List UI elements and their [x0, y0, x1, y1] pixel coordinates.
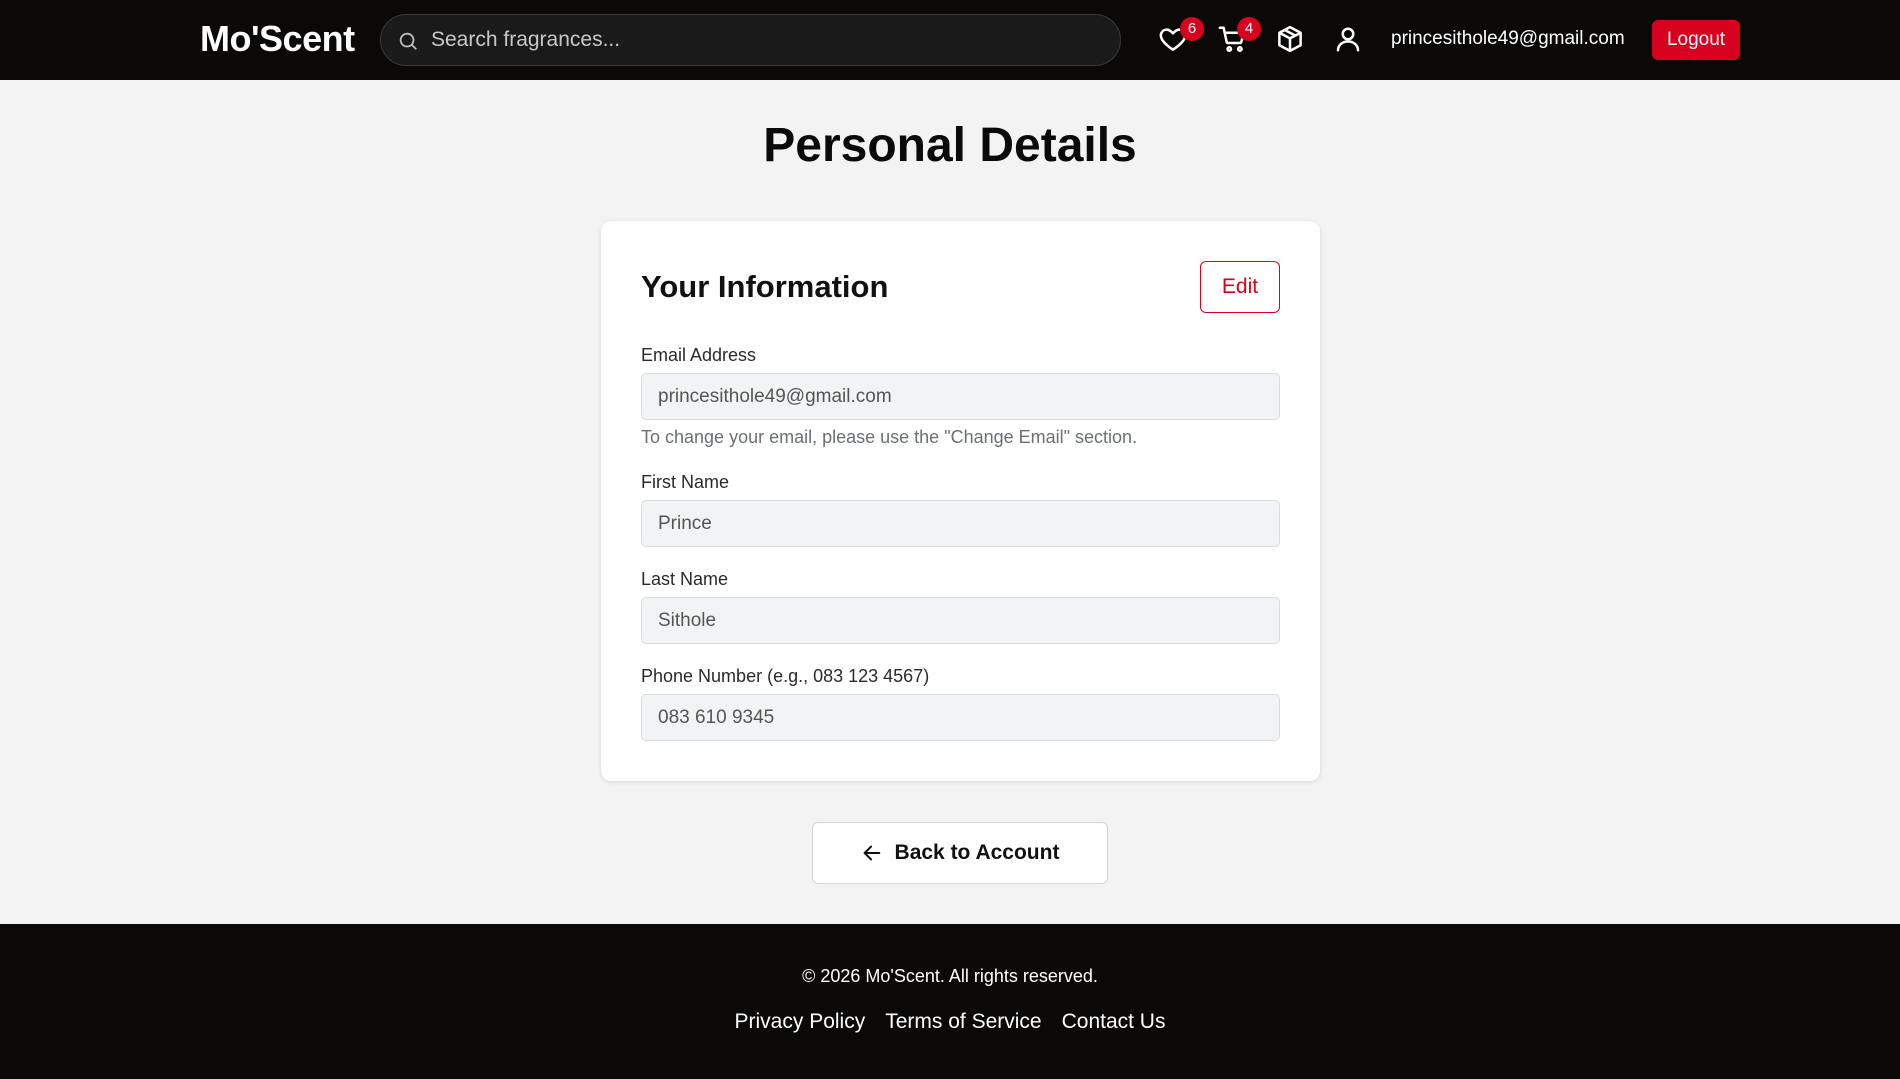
site-logo[interactable]: Mo'Scent: [200, 18, 355, 60]
email-field[interactable]: [641, 373, 1280, 420]
user-icon[interactable]: [1333, 24, 1363, 54]
footer-links: Privacy Policy Terms of Service Contact …: [0, 1010, 1900, 1034]
card-title: Your Information: [641, 269, 889, 304]
email-label: Email Address: [641, 345, 757, 365]
phone-field[interactable]: [641, 694, 1280, 741]
email-hint: To change your email, please use the "Ch…: [641, 427, 1138, 447]
page-title: Personal Details: [763, 119, 1137, 172]
search-icon: [399, 32, 417, 50]
edit-button[interactable]: Edit: [1200, 261, 1280, 313]
site-header: Mo'Scent 6 4 princesithole49@gmail.com L…: [0, 0, 1900, 80]
user-email[interactable]: princesithole49@gmail.com: [1391, 28, 1625, 50]
terms-of-service-link[interactable]: Terms of Service: [885, 1010, 1041, 1034]
search-input[interactable]: [431, 15, 1101, 65]
first-name-label: First Name: [641, 472, 730, 492]
wishlist-count-badge: 6: [1180, 17, 1204, 41]
personal-info-card: Your Information Edit Email Address To c…: [601, 221, 1320, 781]
search-bar[interactable]: [380, 14, 1121, 66]
back-to-account-label: Back to Account: [894, 841, 1060, 864]
site-footer: © 2026 Mo'Scent. All rights reserved. Pr…: [0, 924, 1900, 1079]
copyright-text: © 2026 Mo'Scent. All rights reserved.: [802, 966, 1098, 986]
package-icon[interactable]: [1275, 24, 1305, 54]
last-name-label: Last Name: [641, 569, 729, 589]
last-name-field[interactable]: [641, 597, 1280, 644]
cart-count-badge: 4: [1237, 17, 1261, 41]
phone-label: Phone Number (e.g., 083 123 4567): [641, 666, 930, 686]
privacy-policy-link[interactable]: Privacy Policy: [735, 1010, 866, 1034]
logout-button[interactable]: Logout: [1652, 20, 1740, 60]
arrow-left-icon: [863, 845, 880, 861]
back-to-account-button[interactable]: Back to Account: [812, 822, 1108, 884]
first-name-field[interactable]: [641, 500, 1280, 547]
contact-us-link[interactable]: Contact Us: [1062, 1010, 1166, 1034]
